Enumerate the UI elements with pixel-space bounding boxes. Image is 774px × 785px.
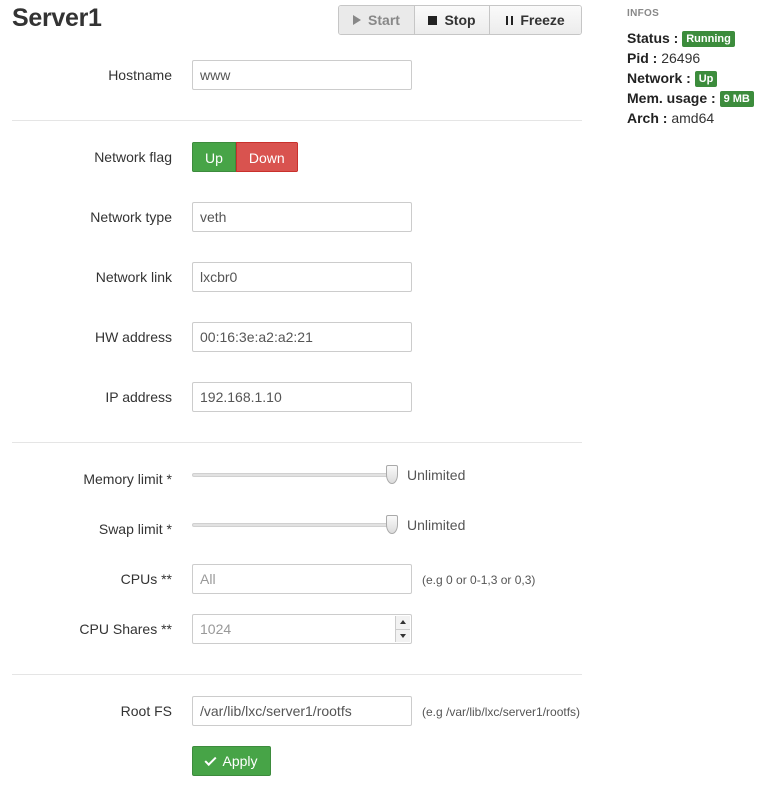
- root-fs-hint: (e.g /var/lib/lxc/server1/rootfs): [422, 705, 581, 719]
- swap-limit-value: Unlimited: [407, 517, 466, 533]
- slider-track: [192, 523, 392, 527]
- info-pid: Pid : 26496: [627, 48, 754, 68]
- cpu-shares-input[interactable]: 1024: [192, 614, 412, 644]
- network-flag-toggle: Up Down: [192, 142, 298, 172]
- root-fs-label: Root FS: [120, 703, 172, 719]
- check-icon: [204, 753, 217, 766]
- root-fs-input[interactable]: /var/lib/lxc/server1/rootfs: [192, 696, 412, 726]
- hostname-label: Hostname: [108, 67, 172, 83]
- hostname-input[interactable]: www: [192, 60, 412, 90]
- stop-button[interactable]: Stop: [415, 6, 490, 34]
- apply-button[interactable]: Apply: [192, 746, 271, 776]
- freeze-button-label: Freeze: [520, 12, 565, 28]
- stop-icon: [428, 15, 438, 25]
- freeze-button[interactable]: Freeze: [490, 6, 581, 34]
- info-mem: Mem. usage : 9 MB: [627, 88, 754, 108]
- hw-address-label: HW address: [94, 329, 172, 345]
- network-link-input[interactable]: lxcbr0: [192, 262, 412, 292]
- stepper-down-icon[interactable]: [396, 629, 410, 642]
- ip-address-input[interactable]: 192.168.1.10: [192, 382, 412, 412]
- cpus-hint: (e.g 0 or 0-1,3 or 0,3): [422, 573, 536, 587]
- slider-handle[interactable]: [386, 515, 398, 534]
- network-type-label: Network type: [90, 209, 172, 225]
- info-arch-key: Arch :: [627, 110, 668, 126]
- apply-button-label: Apply: [222, 753, 258, 769]
- swap-limit-label: Swap limit *: [98, 521, 172, 537]
- status-badge: Running: [682, 31, 735, 47]
- infos-heading: INFOS: [627, 8, 660, 19]
- start-button-label: Start: [368, 12, 400, 28]
- swap-limit-slider[interactable]: [192, 514, 398, 536]
- info-status-key: Status :: [627, 30, 679, 46]
- network-up-button[interactable]: Up: [192, 142, 236, 172]
- info-mem-key: Mem. usage :: [627, 90, 716, 106]
- network-link-label: Network link: [95, 269, 172, 285]
- play-icon: [353, 15, 362, 25]
- memory-limit-slider[interactable]: [192, 464, 398, 486]
- cpus-input[interactable]: All: [192, 564, 412, 594]
- cpu-shares-stepper: [395, 616, 410, 642]
- divider: [12, 674, 582, 675]
- stop-button-label: Stop: [444, 12, 476, 28]
- slider-track: [192, 473, 392, 477]
- info-arch-value: amd64: [671, 110, 715, 126]
- info-status: Status : Running: [627, 28, 754, 48]
- memory-limit-value: Unlimited: [407, 467, 466, 483]
- stepper-up-icon[interactable]: [396, 616, 410, 630]
- network-flag-label: Network flag: [94, 149, 172, 165]
- ip-address-label: IP address: [105, 389, 172, 405]
- page-title: Server1: [12, 4, 102, 32]
- divider: [12, 120, 582, 121]
- start-button[interactable]: Start: [339, 6, 415, 34]
- hw-address-input[interactable]: 00:16:3e:a2:a2:21: [192, 322, 412, 352]
- network-badge: Up: [694, 71, 718, 87]
- infos-panel: INFOS Status : Running Pid : 26496 Netwo…: [627, 8, 754, 128]
- mem-badge: 9 MB: [719, 91, 754, 107]
- network-type-input[interactable]: veth: [192, 202, 412, 232]
- network-down-button[interactable]: Down: [235, 142, 298, 172]
- info-pid-value: 26496: [661, 50, 701, 66]
- divider: [12, 442, 582, 443]
- info-pid-key: Pid :: [627, 50, 658, 66]
- container-actions: Start Stop Freeze: [338, 5, 582, 35]
- pause-icon: [506, 15, 514, 25]
- info-network: Network : Up: [627, 68, 754, 88]
- cpu-shares-label: CPU Shares **: [79, 621, 172, 637]
- info-network-key: Network :: [627, 70, 691, 86]
- memory-limit-label: Memory limit *: [83, 471, 172, 487]
- cpus-label: CPUs **: [120, 571, 172, 587]
- info-arch: Arch : amd64: [627, 108, 754, 128]
- slider-handle[interactable]: [386, 465, 398, 484]
